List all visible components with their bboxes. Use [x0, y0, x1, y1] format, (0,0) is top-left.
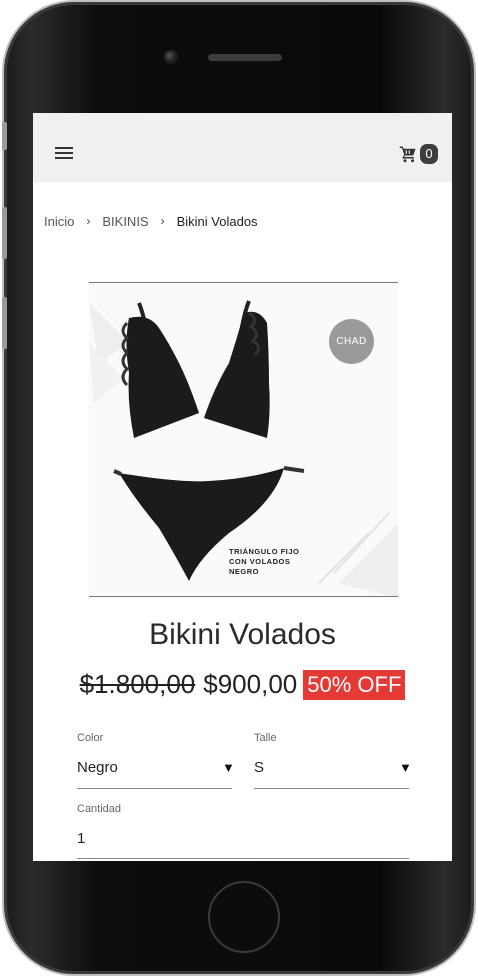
- original-price: $1.800,00: [79, 669, 196, 699]
- color-select-value[interactable]: Negro: [77, 759, 118, 776]
- quantity-label: Cantidad: [77, 803, 122, 815]
- color-dropdown-icon[interactable]: ▼: [222, 760, 235, 775]
- breadcrumb-item-inicio[interactable]: Inicio: [44, 214, 74, 229]
- volume-up-button: [2, 207, 7, 259]
- breadcrumb-item-current: Bikini Volados: [176, 213, 258, 229]
- screen: 0 Inicio › BIKINIS › Bikini Volados CHAD…: [33, 113, 452, 861]
- breadcrumb-item-bikinis[interactable]: BIKINIS: [102, 214, 148, 229]
- caption-line: TRIÁNGULO FIJO: [229, 547, 300, 556]
- sale-price: $900,00: [203, 669, 298, 699]
- quantity-underline: [77, 858, 409, 859]
- volume-down-button: [2, 297, 7, 349]
- shopping-cart-icon: [399, 146, 416, 163]
- caption-line: NEGRO: [229, 567, 260, 576]
- size-label: Talle: [254, 732, 277, 744]
- front-camera: [164, 50, 178, 64]
- size-select-underline: [254, 788, 409, 789]
- mute-switch: [2, 122, 7, 150]
- top-navigation-bar: 0: [33, 113, 452, 182]
- brand-badge: CHAD: [329, 319, 374, 364]
- color-select-underline: [77, 788, 232, 789]
- color-label: Color: [77, 732, 104, 744]
- product-title: Bikini Volados: [149, 618, 336, 651]
- caption-line: CON VOLADOS: [229, 557, 291, 566]
- hamburger-menu-icon[interactable]: [55, 147, 73, 159]
- earpiece-speaker: [208, 54, 282, 61]
- breadcrumb-separator: ›: [86, 214, 91, 228]
- discount-badge: 50% OFF: [303, 669, 406, 700]
- size-select-value[interactable]: S: [254, 759, 264, 776]
- size-dropdown-icon[interactable]: ▼: [399, 760, 412, 775]
- breadcrumb-separator: ›: [160, 214, 165, 228]
- image-caption: TRIÁNGULO FIJO CON VOLADOS NEGRO: [229, 547, 339, 577]
- price-row: $1.800,00 $900,00 50% OFF: [33, 669, 452, 700]
- cart-button[interactable]: 0: [399, 143, 438, 165]
- quantity-input[interactable]: 1: [77, 830, 85, 847]
- home-button[interactable]: [208, 881, 280, 953]
- breadcrumb: Inicio › BIKINIS › Bikini Volados: [44, 213, 258, 229]
- product-image[interactable]: CHAD TRIÁNGULO FIJO CON VOLADOS NEGRO: [89, 282, 398, 597]
- cart-count-badge: 0: [420, 144, 438, 164]
